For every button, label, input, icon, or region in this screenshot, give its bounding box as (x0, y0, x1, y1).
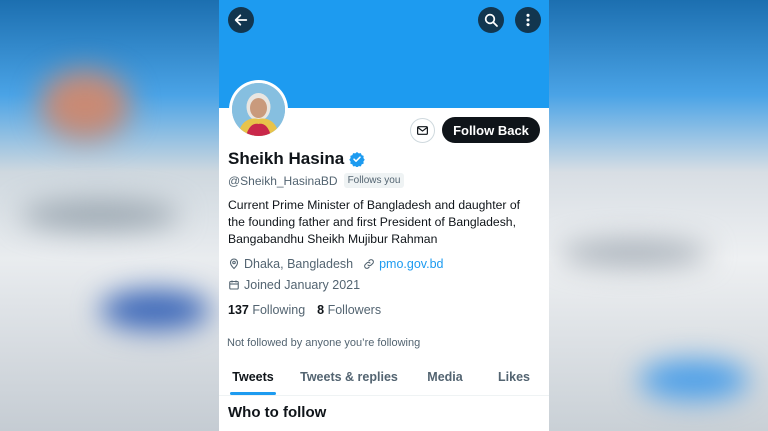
link-icon (364, 259, 374, 269)
followers-count: 8 (317, 303, 325, 317)
profile-location: Dhaka, Bangladesh (244, 257, 354, 271)
tab-label: Likes (498, 370, 530, 384)
search-button[interactable] (478, 7, 504, 33)
arrow-left-icon (234, 14, 248, 26)
followers-link[interactable]: 8 Followers (317, 303, 381, 317)
following-count: 137 (228, 303, 249, 317)
profile-location-row: Dhaka, Bangladesh pmo.gov.bd (228, 257, 444, 271)
bio-line: Bangabandhu Sheikh Mujibur Rahman (228, 232, 438, 246)
profile-tabs: Tweets Tweets & replies Media Likes (219, 362, 549, 396)
backdrop-blob (20, 200, 180, 230)
avatar-portrait-image (232, 83, 285, 136)
location-pin-icon (229, 258, 239, 270)
message-button[interactable] (410, 118, 435, 143)
following-label: Following (252, 303, 306, 317)
profile-handle-row: @Sheikh_HasinaBD Follows you (228, 173, 405, 188)
profile-joined-row: Joined January 2021 (228, 278, 360, 292)
tab-tweets[interactable]: Tweets (219, 362, 287, 395)
bio-line: Current Prime Minister of Bangladesh and… (228, 198, 520, 212)
follows-you-badge: Follows you (343, 173, 405, 188)
more-vertical-icon (526, 13, 530, 27)
following-link[interactable]: 137 Following (228, 303, 305, 317)
tab-label: Tweets (232, 370, 274, 384)
profile-screen: Follow Back Sheikh Hasina @Sheikh_Hasina… (219, 0, 549, 431)
followers-label: Followers (327, 303, 382, 317)
profile-handle: @Sheikh_HasinaBD (228, 173, 338, 188)
tab-likes[interactable]: Likes (479, 362, 549, 395)
more-options-button[interactable] (515, 7, 541, 33)
who-to-follow-title: Who to follow (228, 404, 327, 421)
profile-joined-date: Joined January 2021 (244, 278, 361, 292)
left-blurred-backdrop (0, 0, 219, 431)
tab-tweets-and-replies[interactable]: Tweets & replies (287, 362, 411, 395)
profile-name: Sheikh Hasina (228, 149, 345, 168)
bio-line: the founding father and first President … (228, 215, 516, 229)
profile-name-row: Sheikh Hasina (228, 149, 365, 169)
tab-media[interactable]: Media (411, 362, 479, 395)
profile-website-link[interactable]: pmo.gov.bd (379, 257, 443, 271)
avatar-photo (232, 83, 285, 136)
not-followed-notice: Not followed by anyone you’re following (227, 337, 421, 349)
backdrop-blob (100, 290, 210, 330)
backdrop-blob (40, 70, 130, 140)
backdrop-blob (559, 240, 709, 266)
profile-bio: Current Prime Minister of Bangladesh and… (228, 197, 546, 248)
follow-back-button[interactable]: Follow Back (442, 117, 540, 143)
calendar-icon (229, 280, 239, 290)
backdrop-blob (639, 360, 749, 400)
tab-label: Tweets & replies (300, 370, 398, 384)
verified-badge-icon (349, 152, 365, 167)
mail-icon (417, 126, 428, 135)
right-blurred-backdrop (549, 0, 768, 431)
search-icon (484, 13, 498, 27)
profile-counts: 137 Following 8 Followers (228, 303, 381, 317)
back-button[interactable] (228, 7, 254, 33)
tab-label: Media (427, 370, 463, 384)
profile-avatar[interactable] (229, 80, 288, 139)
